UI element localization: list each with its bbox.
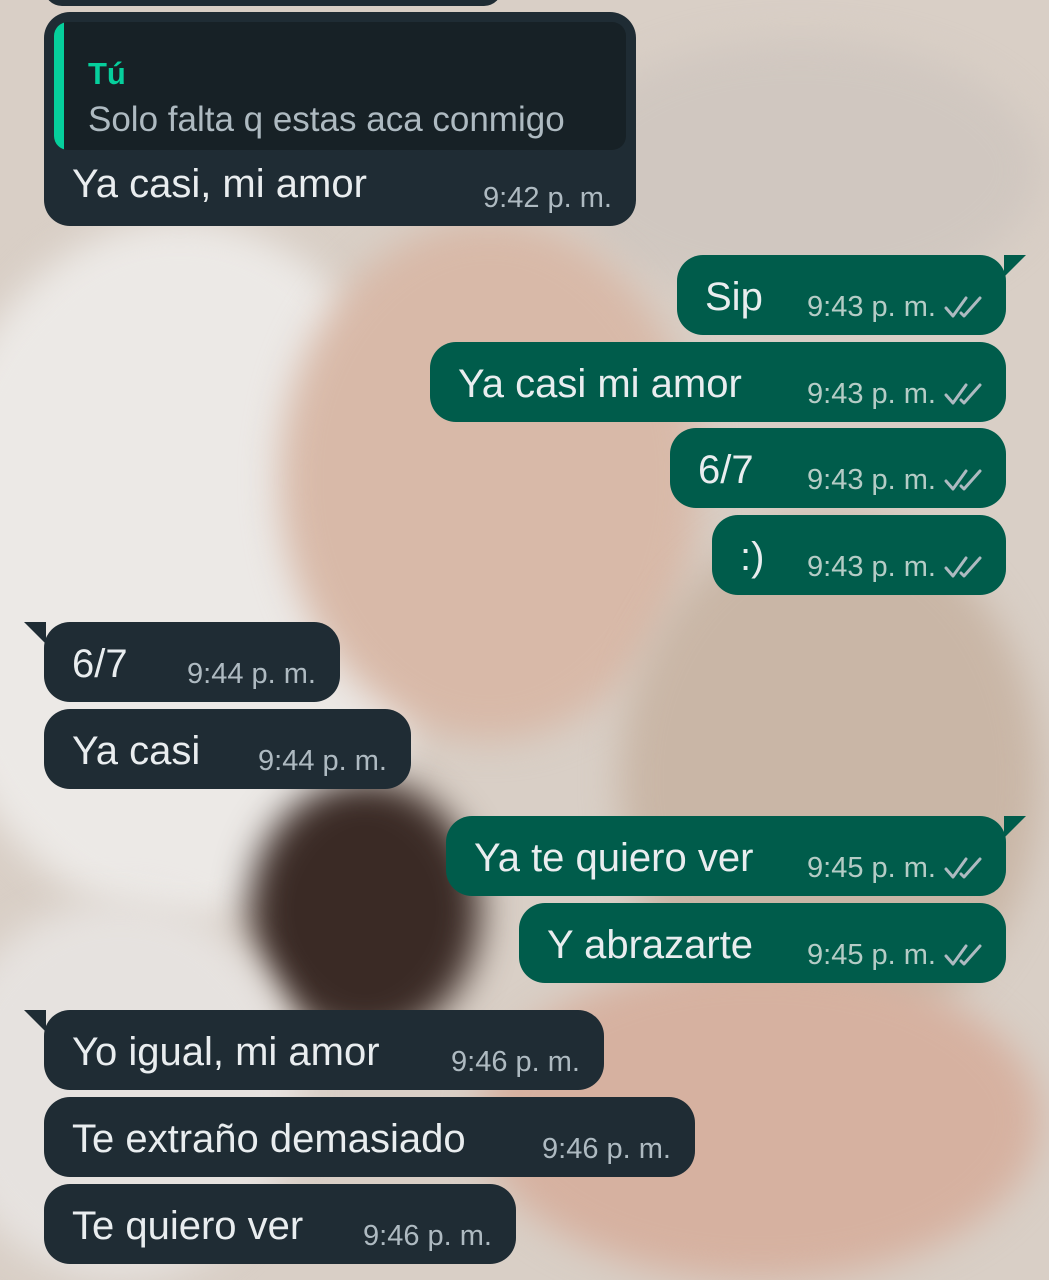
message-text: Ya casi mi amor [458,362,742,406]
message-time: 9:43 p. m. [807,291,936,323]
bubble-tail [1004,255,1026,277]
message-bubble-partial[interactable] [44,0,502,6]
message-text: Sip [705,275,763,319]
message-time: 9:44 p. m. [258,745,387,777]
quote-author: Tú [88,56,126,91]
message-text: Te quiero ver [72,1204,304,1248]
message-bubble-outgoing[interactable]: Ya casi mi amor 9:43 p. m. [430,342,1006,422]
message-bubble-incoming[interactable]: Tú Solo falta q estas aca conmigo Ya cas… [44,12,636,226]
message-text: Y abrazarte [547,923,754,967]
message-time: 9:43 p. m. [807,464,936,496]
message-list[interactable]: Tú Solo falta q estas aca conmigo Ya cas… [0,0,1049,1280]
message-time: 9:44 p. m. [187,658,316,690]
message-bubble-incoming[interactable]: 6/7 9:44 p. m. [44,622,340,702]
double-check-icon [944,556,982,578]
message-text: Yo igual, mi amor [72,1030,380,1074]
double-check-icon [944,944,982,966]
message-time: 9:46 p. m. [542,1133,671,1165]
message-text: Ya te quiero ver [474,836,754,880]
quoted-message[interactable]: Tú Solo falta q estas aca conmigo [54,22,626,150]
double-check-icon [944,383,982,405]
message-time: 9:43 p. m. [807,551,936,583]
double-check-icon [944,857,982,879]
message-text: Te extraño demasiado [72,1117,466,1161]
message-bubble-incoming[interactable]: Ya casi 9:44 p. m. [44,709,411,789]
quote-accent-bar [54,22,64,150]
message-bubble-outgoing[interactable]: Sip 9:43 p. m. [677,255,1006,335]
message-time: 9:42 p. m. [483,182,612,214]
bubble-tail [24,1010,46,1032]
message-text: 6/7 [72,642,128,686]
double-check-icon [944,296,982,318]
double-check-icon [944,469,982,491]
message-time: 9:45 p. m. [807,852,936,884]
message-bubble-outgoing[interactable]: Ya te quiero ver 9:45 p. m. [446,816,1006,896]
message-bubble-outgoing[interactable]: :) 9:43 p. m. [712,515,1006,595]
message-text: 6/7 [698,448,754,492]
bubble-tail [1004,816,1026,838]
message-text: Ya casi, mi amor [72,162,367,206]
message-bubble-incoming[interactable]: Yo igual, mi amor 9:46 p. m. [44,1010,604,1090]
message-time: 9:46 p. m. [363,1220,492,1252]
bubble-tail [24,622,46,644]
message-time: 9:43 p. m. [807,378,936,410]
message-text: Ya casi [72,729,201,773]
message-time: 9:46 p. m. [451,1046,580,1078]
message-text: :) [740,535,765,579]
message-bubble-outgoing[interactable]: Y abrazarte 9:45 p. m. [519,903,1006,983]
message-bubble-incoming[interactable]: Te extraño demasiado 9:46 p. m. [44,1097,695,1177]
message-bubble-outgoing[interactable]: 6/7 9:43 p. m. [670,428,1006,508]
message-bubble-incoming[interactable]: Te quiero ver 9:46 p. m. [44,1184,516,1264]
message-time: 9:45 p. m. [807,939,936,971]
quote-text: Solo falta q estas aca conmigo [88,100,565,139]
